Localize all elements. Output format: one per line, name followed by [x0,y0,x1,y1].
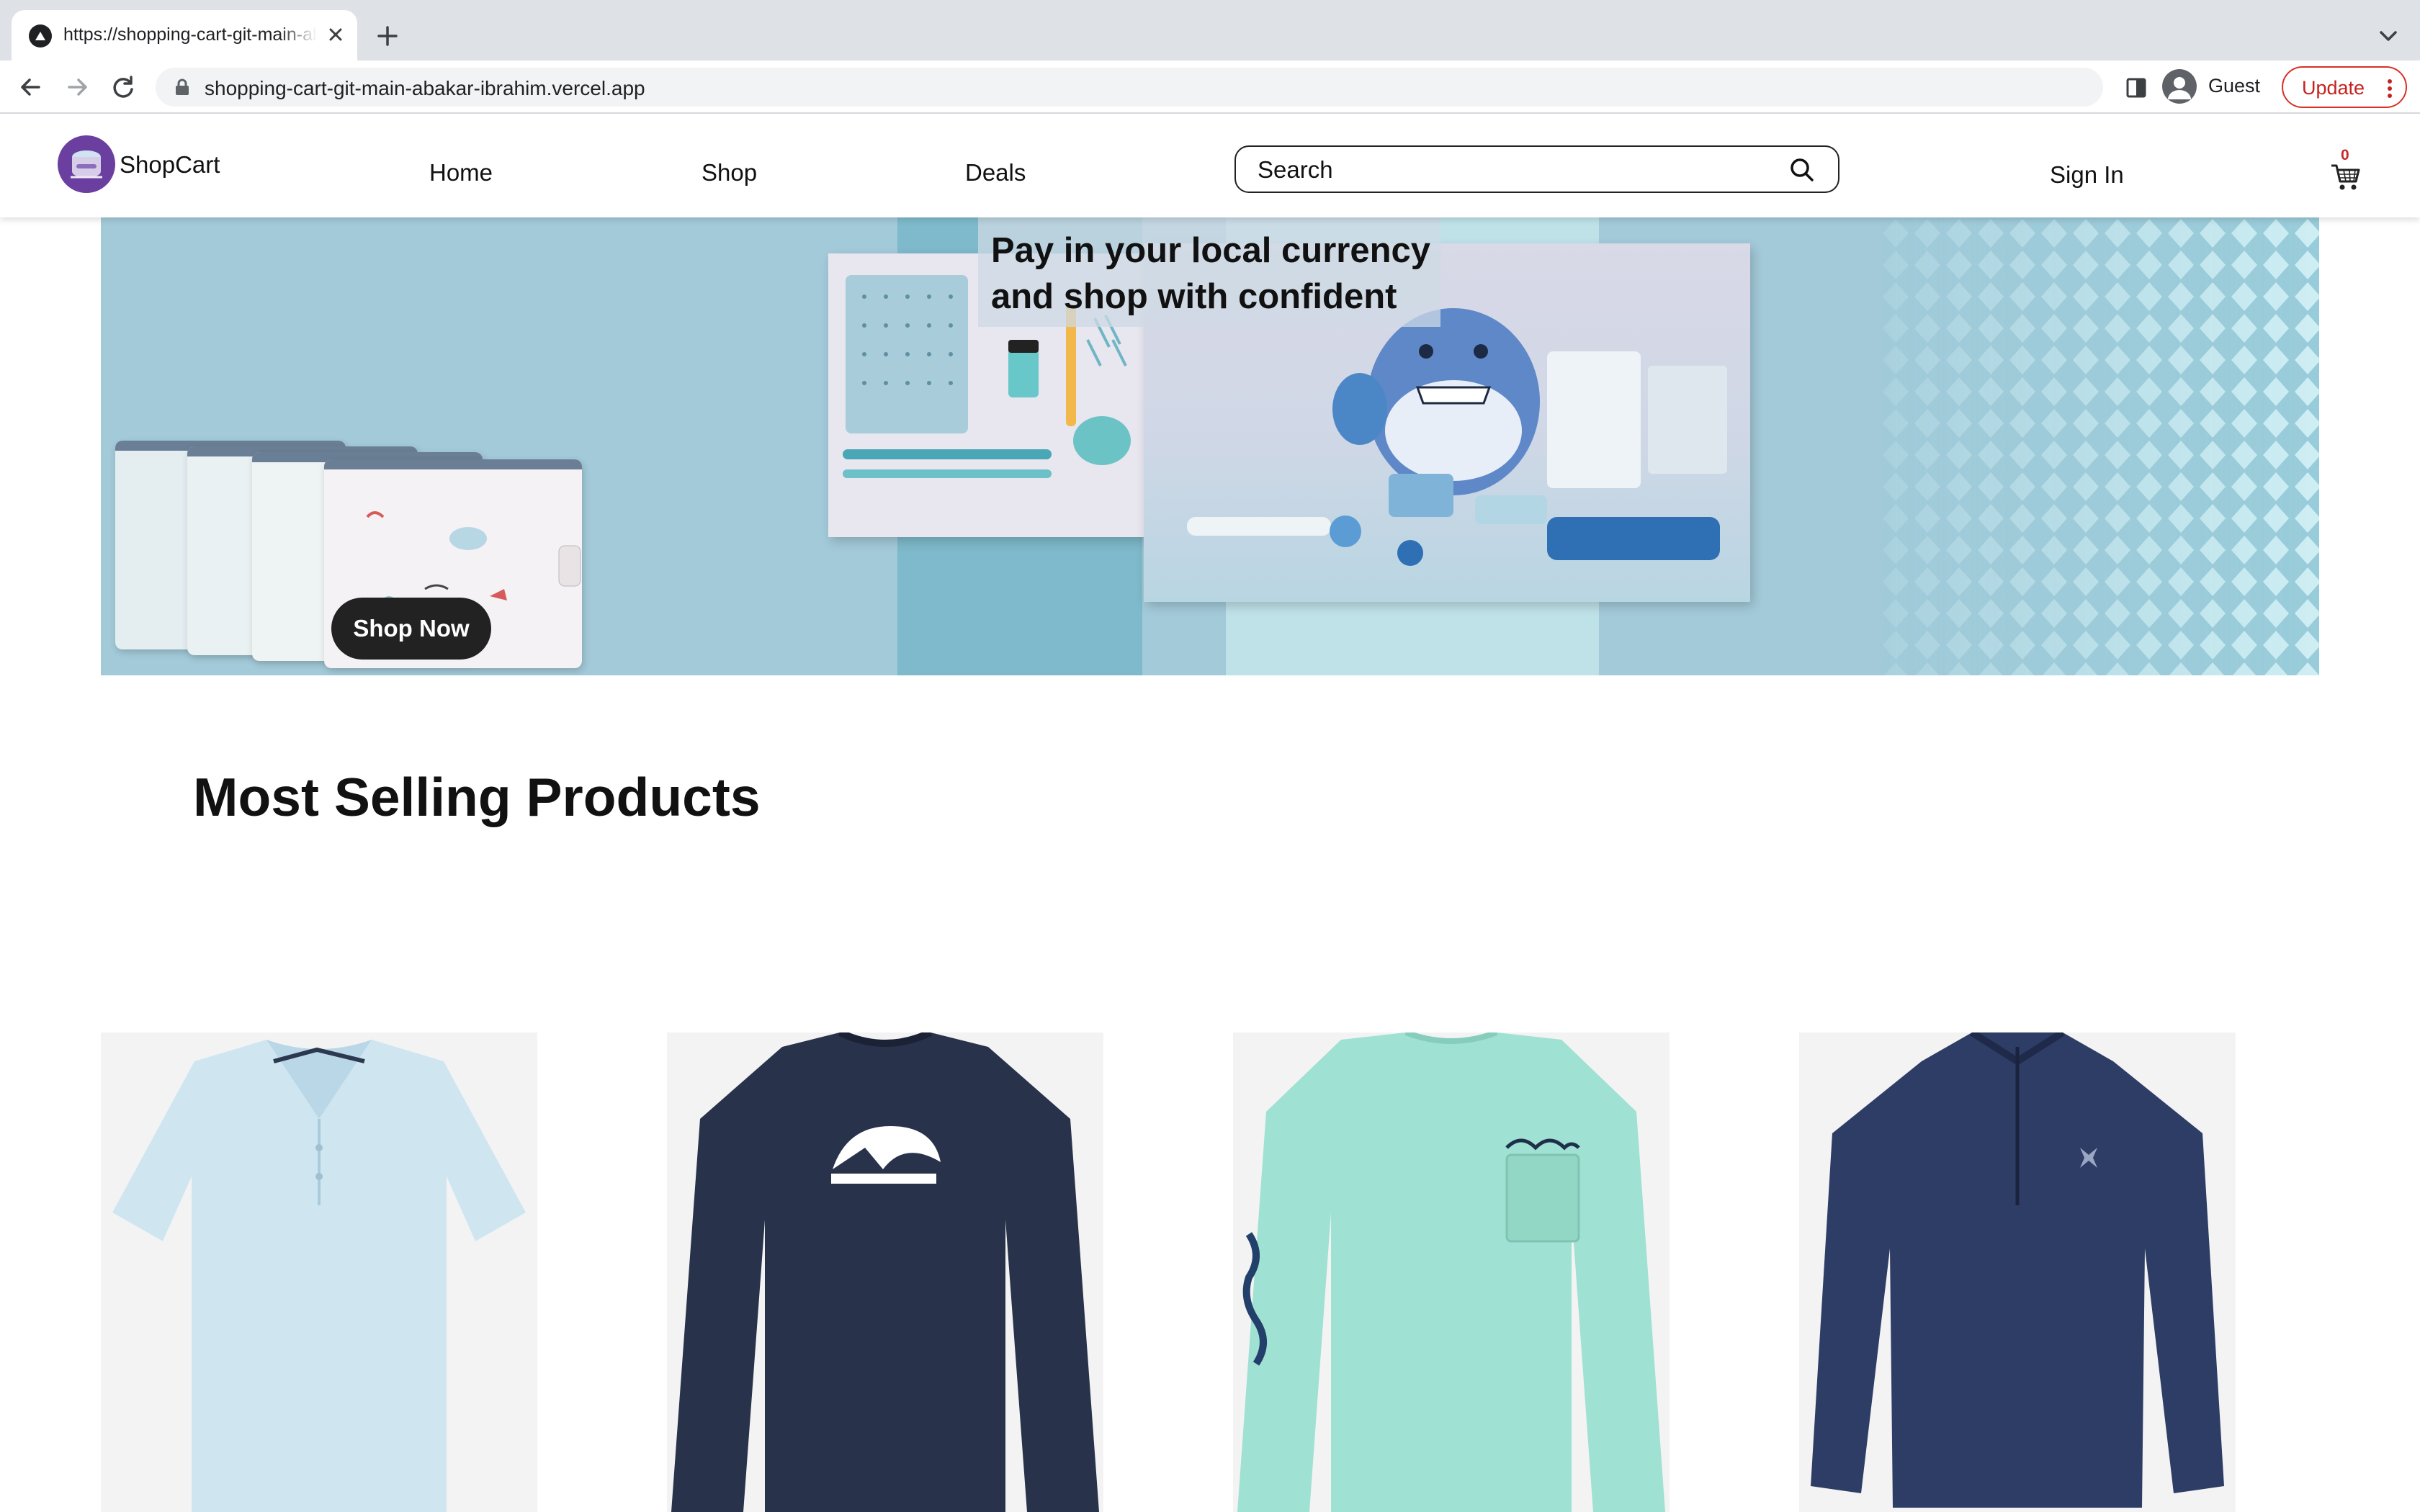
search-input[interactable] [1258,156,1776,184]
shopcart-logo-icon[interactable] [58,135,115,193]
side-panel-icon[interactable] [2120,72,2152,104]
navy-quarter-zip-pullover-image [1811,1032,2224,1508]
nav-deals[interactable]: Deals [965,159,1026,186]
diamond-pattern [1880,217,2319,675]
shop-now-label: Shop Now [353,615,470,642]
shopping-cart-icon[interactable] [2329,160,2362,193]
guest-profile-icon[interactable] [2162,69,2197,104]
nav-home[interactable]: Home [429,159,493,186]
hero-tagline: Pay in your local currency and shop with… [991,231,1431,316]
new-tab-icon[interactable] [372,20,403,52]
product-card[interactable] [1799,1032,2236,1512]
brand-name[interactable]: ShopCart [120,151,220,179]
profile-label[interactable]: Guest [2208,75,2260,97]
forward-arrow-icon[interactable] [60,71,94,104]
product-card[interactable] [101,1032,537,1512]
sign-in-link[interactable]: Sign In [2050,161,2124,189]
site-header: ShopCart Home Shop Deals Sign In 0 [0,114,2420,217]
search-icon[interactable] [1788,156,1816,184]
browser-tab[interactable]: https://shopping-cart-git-main-abakar-ib… [12,10,357,60]
hero-banner: Pay in your local currency and shop with… [101,217,2319,675]
nav-shop[interactable]: Shop [702,159,757,186]
vercel-favicon-icon [29,24,52,48]
chevron-down-icon[interactable] [2374,22,2403,50]
light-blue-polo-shirt-image [112,1040,526,1512]
lock-icon[interactable] [174,78,190,96]
update-label: Update [2302,77,2365,99]
navy-quiksilver-long-sleeve-image [671,1032,1099,1512]
more-menu-icon[interactable] [2385,78,2394,99]
section-title: Most Selling Products [193,767,761,827]
browser-tab-strip: https://shopping-cart-git-main-abakar-ib… [0,0,2420,60]
address-bar[interactable]: shopping-cart-git-main-abakar-ibrahim.ve… [156,68,2103,107]
browser-toolbar: shopping-cart-git-main-abakar-ibrahim.ve… [0,60,2420,114]
url-text: shopping-cart-git-main-abakar-ibrahim.ve… [205,77,645,99]
tab-title: https://shopping-cart-git-main-abakar-ib… [63,24,317,45]
product-card[interactable] [667,1032,1103,1512]
close-tab-icon[interactable] [323,22,349,48]
update-button[interactable]: Update [2282,66,2407,108]
reload-icon[interactable] [107,71,140,104]
shop-now-button[interactable]: Shop Now [331,598,491,660]
mint-salt-life-long-sleeve-image [1237,1032,1665,1512]
back-arrow-icon[interactable] [14,71,48,104]
product-card[interactable] [1233,1032,1670,1512]
search-box[interactable] [1234,145,1839,193]
